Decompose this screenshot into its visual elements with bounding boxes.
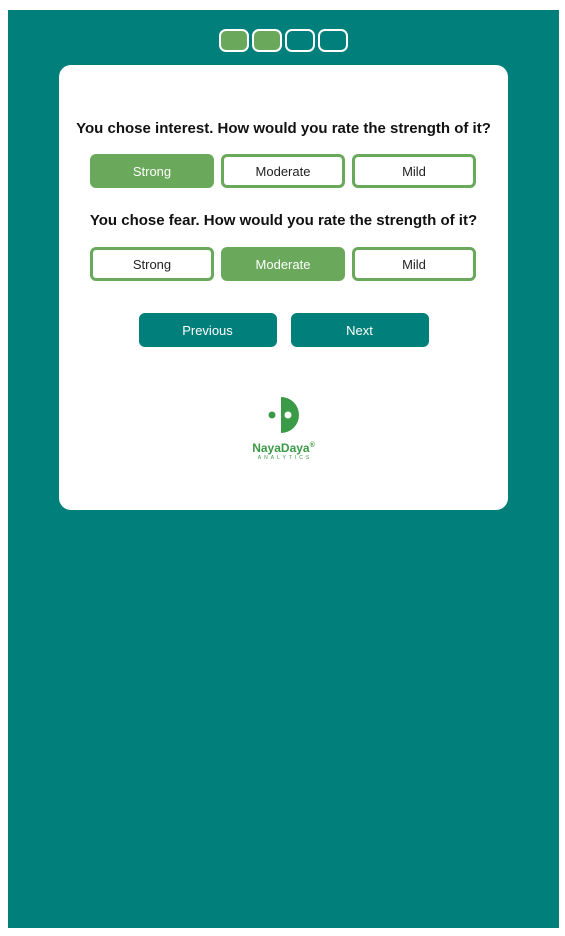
- logo-face-icon: [268, 397, 299, 433]
- logo-brand-name: NayaDaya®: [252, 441, 315, 455]
- interest-option-moderate[interactable]: Moderate: [221, 154, 345, 188]
- fear-option-moderate[interactable]: Moderate: [221, 247, 345, 281]
- next-button[interactable]: Next: [290, 313, 429, 347]
- nayadaya-logo: NayaDaya® ANALYTICS: [59, 395, 508, 462]
- progress-step: [318, 29, 348, 52]
- strength-options-interest: Strong Moderate Mild: [90, 154, 476, 188]
- progress-step: [219, 29, 249, 52]
- app-background: You chose interest. How would you rate t…: [8, 10, 559, 928]
- progress-step: [285, 29, 315, 52]
- interest-option-mild[interactable]: Mild: [352, 154, 476, 188]
- question-fear: You chose fear. How would you rate the s…: [89, 212, 478, 229]
- fear-option-strong[interactable]: Strong: [90, 247, 214, 281]
- progress-indicator: [8, 29, 559, 52]
- progress-step: [252, 29, 282, 52]
- strength-options-fear: Strong Moderate Mild: [90, 247, 476, 281]
- previous-button[interactable]: Previous: [138, 313, 277, 347]
- question-interest: You chose interest. How would you rate t…: [76, 120, 491, 137]
- navigation-buttons: Previous Next: [59, 313, 508, 347]
- survey-card: You chose interest. How would you rate t…: [59, 65, 508, 510]
- fear-option-mild[interactable]: Mild: [352, 247, 476, 281]
- interest-option-strong[interactable]: Strong: [90, 154, 214, 188]
- logo-tagline: ANALYTICS: [257, 455, 313, 461]
